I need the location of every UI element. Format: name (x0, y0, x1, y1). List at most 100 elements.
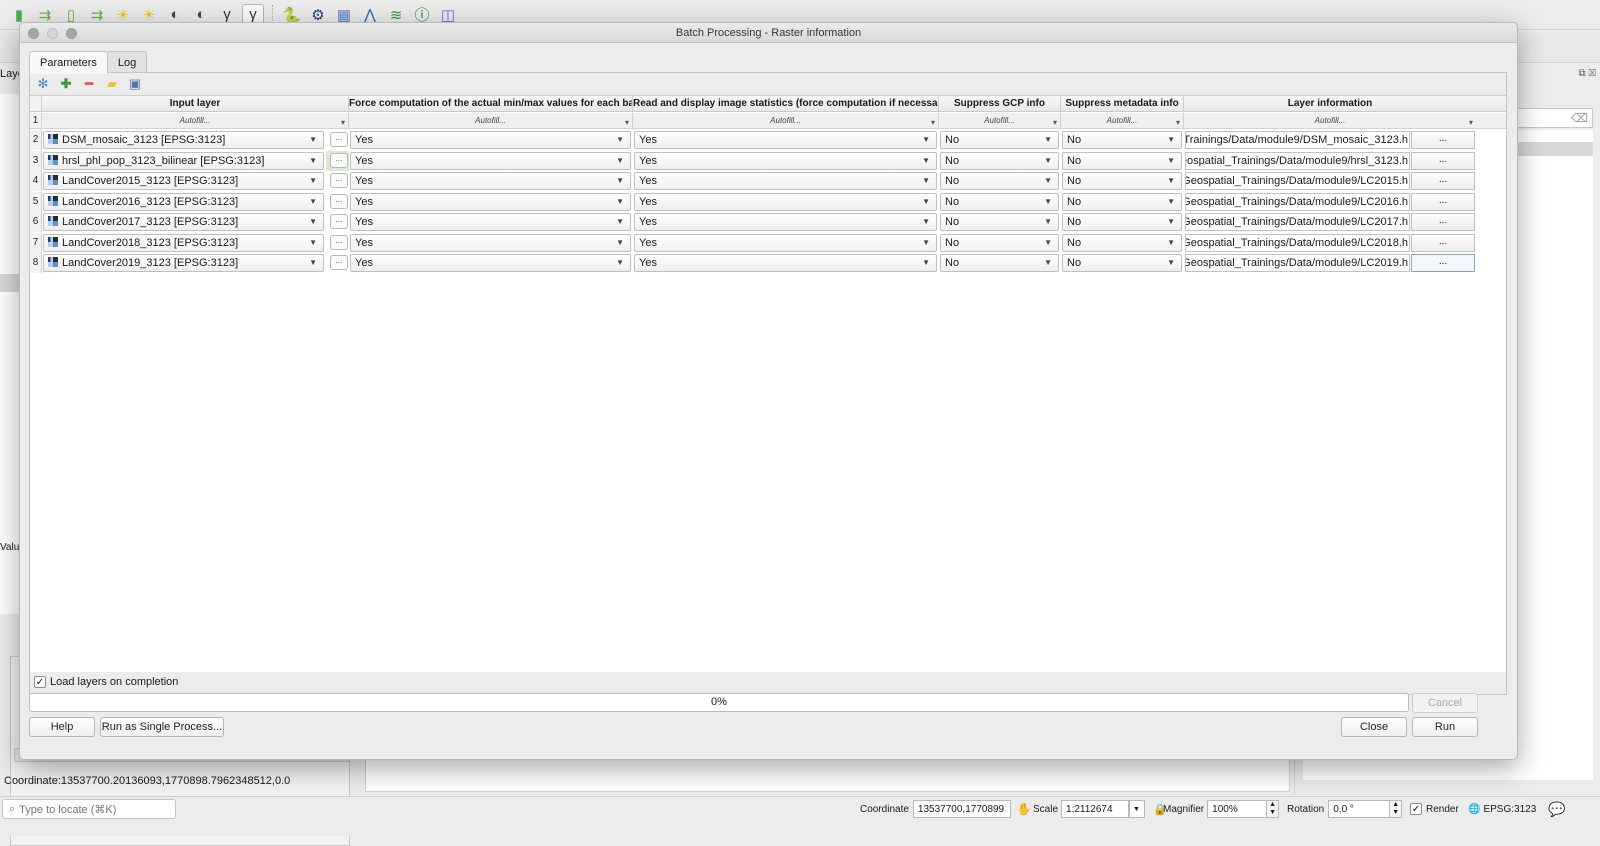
layer-information-path-field[interactable]: Geospatial_Trainings/Data/module9/hrsl_3… (1185, 151, 1410, 170)
cancel-button[interactable]: Cancel (1412, 693, 1478, 713)
rotation-field[interactable]: 0,0 ° (1328, 800, 1391, 818)
dock-float-close-icons[interactable]: ⧉ ☒ (1579, 68, 1596, 79)
column-header-suppress-gcp[interactable]: Suppress GCP info (939, 96, 1061, 111)
clear-search-icon[interactable]: ⌫ (1571, 111, 1588, 125)
statistics-combo[interactable]: Yes ▼ (634, 254, 937, 272)
browse-output-button[interactable]: ... (1411, 172, 1475, 190)
force-minmax-combo[interactable]: Yes ▼ (350, 233, 631, 252)
force-minmax-combo[interactable]: Yes ▼ (350, 172, 631, 190)
force-minmax-combo[interactable]: Yes ▼ (350, 192, 631, 211)
run-single-process-button[interactable]: Run as Single Process... (100, 717, 224, 737)
browse-input-button[interactable]: ... (330, 152, 348, 168)
magnifier-spinner[interactable]: ▲ ▼ (1267, 800, 1280, 818)
layer-information-path-field[interactable]: _Geospatial_Trainings/Data/module9/LC201… (1185, 213, 1410, 231)
input-layer-combo[interactable]: LandCover2015_3123 [EPSG:3123] ▼ (43, 172, 324, 190)
layer-information-path-field[interactable]: _Geospatial_Trainings/Data/module9/LC201… (1185, 172, 1410, 190)
autofill-force-minmax[interactable]: Autofill... ▾ (349, 113, 633, 128)
suppress-metadata-combo[interactable]: No ▼ (1062, 254, 1182, 272)
crs-status[interactable]: 🌐 EPSG:3123 (1468, 799, 1536, 819)
statistics-combo[interactable]: Yes ▼ (634, 213, 937, 231)
open-folder-icon[interactable]: ▰ (103, 75, 121, 93)
scale-field[interactable]: 1:2112674 (1061, 800, 1130, 818)
input-layer-combo[interactable]: LandCover2017_3123 [EPSG:3123] ▼ (43, 213, 324, 231)
locate-search-input[interactable]: ⌕ Type to locate (⌘K) (2, 799, 176, 819)
mouse-pointer-icon[interactable]: ✋ (1017, 802, 1032, 816)
browse-input-button[interactable]: ... (330, 173, 348, 188)
autofill-statistics[interactable]: Autofill... ▾ (633, 113, 939, 128)
row-number[interactable]: 3 (30, 150, 42, 171)
browse-input-button[interactable]: ... (330, 193, 348, 209)
column-header-force-minmax[interactable]: Force computation of the actual min/max … (349, 96, 633, 111)
suppress-metadata-combo[interactable]: No ▼ (1062, 151, 1182, 170)
add-row-icon[interactable]: ✚ (57, 75, 75, 93)
layer-information-path-field[interactable]: _Geospatial_Trainings/Data/module9/LC201… (1185, 254, 1410, 272)
browse-output-button[interactable]: ... (1411, 254, 1475, 272)
column-header-statistics[interactable]: Read and display image statistics (force… (633, 96, 939, 111)
render-checkbox[interactable]: ✓ (1410, 803, 1422, 815)
close-window-button[interactable] (28, 28, 39, 39)
coordinate-field[interactable]: 13537700,1770899 (912, 800, 1011, 818)
layer-information-path-field[interactable]: _Geospatial_Trainings/Data/module9/LC201… (1185, 233, 1410, 252)
force-minmax-combo[interactable]: Yes ▼ (350, 131, 631, 149)
statistics-combo[interactable]: Yes ▼ (634, 233, 937, 252)
statistics-combo[interactable]: Yes ▼ (634, 192, 937, 211)
magnifier-field[interactable]: 100% (1207, 800, 1268, 818)
browse-output-button[interactable]: ... (1411, 131, 1475, 149)
scale-dropdown-icon[interactable]: ▼ (1129, 800, 1146, 818)
suppress-gcp-combo[interactable]: No ▼ (940, 151, 1059, 170)
input-layer-combo[interactable]: LandCover2018_3123 [EPSG:3123] ▼ (43, 233, 324, 252)
autofill-layer-information[interactable]: Autofill... ▾ (1184, 113, 1476, 128)
row-number[interactable]: 5 (30, 191, 42, 212)
autofill-suppress-metadata[interactable]: Autofill... ▾ (1061, 113, 1184, 128)
browse-input-button[interactable]: ... (330, 214, 348, 229)
row-number[interactable]: 2 (30, 130, 42, 150)
force-minmax-combo[interactable]: Yes ▼ (350, 151, 631, 170)
help-button[interactable]: Help (29, 717, 95, 737)
dialog-titlebar[interactable]: Batch Processing - Raster information (20, 23, 1517, 43)
browse-input-button[interactable]: ... (330, 132, 348, 147)
suppress-gcp-combo[interactable]: No ▼ (940, 233, 1059, 252)
browse-input-button[interactable]: ... (330, 255, 348, 270)
statistics-combo[interactable]: Yes ▼ (634, 172, 937, 190)
statistics-combo[interactable]: Yes ▼ (634, 131, 937, 149)
column-header-layer-information[interactable]: Layer information (1184, 96, 1476, 111)
browse-output-button[interactable]: ... (1411, 213, 1475, 231)
messages-icon[interactable]: 💬 (1548, 799, 1565, 819)
zoom-window-button[interactable] (66, 28, 77, 39)
browse-output-button[interactable]: ... (1411, 151, 1475, 170)
row-number[interactable]: 8 (30, 253, 42, 273)
layer-information-path-field[interactable]: _Geospatial_Trainings/Data/module9/LC201… (1185, 192, 1410, 211)
rotation-spinner[interactable]: ▲ ▼ (1390, 800, 1403, 818)
suppress-gcp-combo[interactable]: No ▼ (940, 131, 1059, 149)
suppress-metadata-combo[interactable]: No ▼ (1062, 172, 1182, 190)
suppress-gcp-combo[interactable]: No ▼ (940, 254, 1059, 272)
suppress-gcp-combo[interactable]: No ▼ (940, 192, 1059, 211)
suppress-metadata-combo[interactable]: No ▼ (1062, 213, 1182, 231)
suppress-metadata-combo[interactable]: No ▼ (1062, 131, 1182, 149)
settings-icon[interactable]: ✻ (34, 75, 52, 93)
autofill-input-layer[interactable]: Autofill... ▾ (42, 113, 349, 128)
browse-input-button[interactable]: ... (330, 234, 348, 250)
save-icon[interactable]: ▣ (126, 75, 144, 93)
force-minmax-combo[interactable]: Yes ▼ (350, 254, 631, 272)
input-layer-combo[interactable]: LandCover2016_3123 [EPSG:3123] ▼ (43, 192, 324, 211)
column-header-input-layer[interactable]: Input layer (42, 96, 349, 111)
suppress-metadata-combo[interactable]: No ▼ (1062, 192, 1182, 211)
tab-log[interactable]: Log (106, 51, 148, 73)
browse-output-button[interactable]: ... (1411, 192, 1475, 211)
tab-parameters[interactable]: Parameters (29, 51, 108, 74)
statistics-combo[interactable]: Yes ▼ (634, 151, 937, 170)
row-number[interactable]: 4 (30, 171, 42, 191)
column-header-suppress-metadata[interactable]: Suppress metadata info (1061, 96, 1184, 111)
input-layer-combo[interactable]: DSM_mosaic_3123 [EPSG:3123] ▼ (43, 131, 324, 149)
run-button[interactable]: Run (1412, 717, 1478, 737)
input-layer-combo[interactable]: LandCover2019_3123 [EPSG:3123] ▼ (43, 254, 324, 272)
force-minmax-combo[interactable]: Yes ▼ (350, 213, 631, 231)
input-layer-combo[interactable]: hrsl_phl_pop_3123_bilinear [EPSG:3123] ▼ (43, 151, 324, 170)
close-button[interactable]: Close (1341, 717, 1407, 737)
row-number[interactable]: 6 (30, 212, 42, 232)
suppress-metadata-combo[interactable]: No ▼ (1062, 233, 1182, 252)
autofill-suppress-gcp[interactable]: Autofill... ▾ (939, 113, 1061, 128)
suppress-gcp-combo[interactable]: No ▼ (940, 213, 1059, 231)
row-number[interactable]: 7 (30, 232, 42, 253)
